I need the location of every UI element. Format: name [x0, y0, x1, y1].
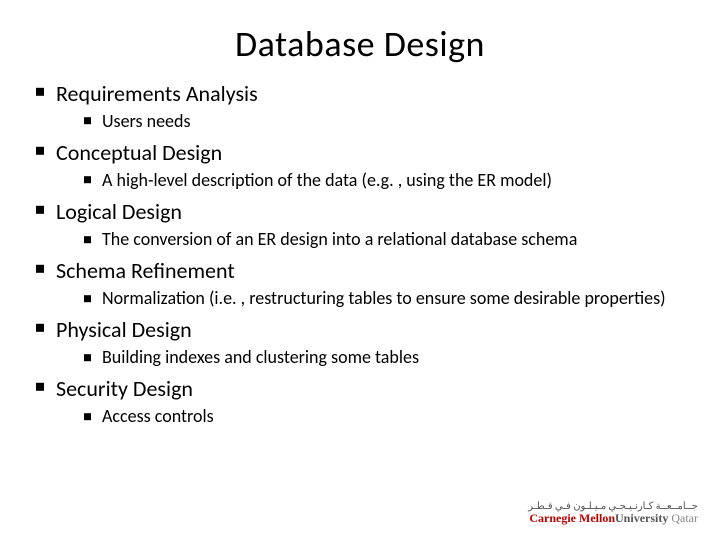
sub-list: A high-level description of the data (e.… — [56, 170, 686, 192]
item-label: Conceptual Design — [56, 139, 222, 166]
footer-logo: جــامــعــة كـارنـيـجـي مـيـلـون فـي قـط… — [528, 501, 698, 524]
sub-list: The conversion of an ER design into a re… — [56, 229, 686, 251]
slide: Database Design Requirements Analysis Us… — [0, 0, 720, 540]
sub-item: Building indexes and clustering some tab… — [82, 347, 686, 369]
logo-arabic: جــامــعــة كـارنـيـجـي مـيـلـون فـي قـط… — [528, 501, 698, 511]
list-item: Requirements Analysis Users needs — [34, 80, 686, 132]
logo-text: Carnegie MellonUniversity Qatar — [528, 512, 698, 524]
item-label: Requirements Analysis — [56, 80, 258, 107]
sub-item: Access controls — [82, 406, 686, 428]
item-label: Physical Design — [56, 316, 192, 343]
item-label: Schema Refinement — [56, 257, 235, 284]
sub-list: Normalization (i.e. , restructuring tabl… — [56, 288, 686, 310]
sub-list: Building indexes and clustering some tab… — [56, 347, 686, 369]
bullet-list: Requirements Analysis Users needs Concep… — [34, 80, 686, 428]
list-item: Schema Refinement Normalization (i.e. , … — [34, 257, 686, 309]
slide-content: Requirements Analysis Users needs Concep… — [0, 80, 720, 428]
list-item: Conceptual Design A high-level descripti… — [34, 139, 686, 191]
sub-item: The conversion of an ER design into a re… — [82, 229, 686, 251]
list-item: Security Design Access controls — [34, 375, 686, 427]
sub-item: Normalization (i.e. , restructuring tabl… — [82, 288, 686, 310]
list-item: Physical Design Building indexes and clu… — [34, 316, 686, 368]
logo-university: University — [615, 511, 668, 525]
item-label: Logical Design — [56, 198, 182, 225]
sub-item: Users needs — [82, 111, 686, 133]
sub-list: Access controls — [56, 406, 686, 428]
logo-name: Carnegie Mellon — [529, 511, 615, 525]
sub-item: A high-level description of the data (e.… — [82, 170, 686, 192]
logo-location: Qatar — [671, 511, 698, 525]
slide-title: Database Design — [0, 0, 720, 80]
item-label: Security Design — [56, 375, 193, 402]
sub-list: Users needs — [56, 111, 686, 133]
list-item: Logical Design The conversion of an ER d… — [34, 198, 686, 250]
